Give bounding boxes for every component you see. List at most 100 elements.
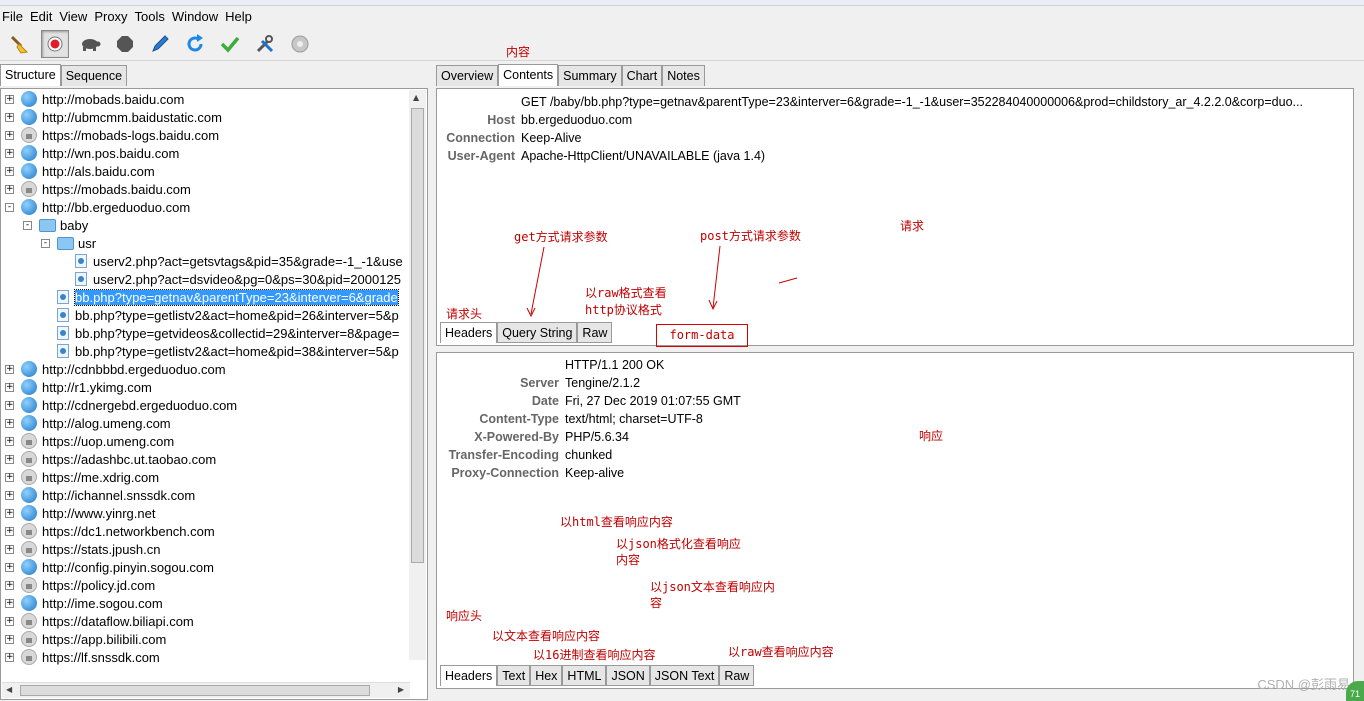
expand-icon[interactable]: + bbox=[5, 184, 14, 194]
menu-window[interactable]: Window bbox=[172, 9, 223, 24]
tree-row[interactable]: + https://dataflow.biliapi.com bbox=[5, 612, 194, 630]
resp-tab-json-text[interactable]: JSON Text bbox=[649, 665, 720, 686]
tree-row-label: http://wn.pos.baidu.com bbox=[42, 145, 180, 161]
expand-icon[interactable]: + bbox=[5, 616, 14, 626]
tree-row[interactable]: + https://me.xdrig.com bbox=[5, 468, 159, 486]
scroll-right-icon[interactable]: ▶ bbox=[398, 685, 404, 694]
menu-proxy[interactable]: Proxy bbox=[94, 9, 132, 24]
turtle-icon[interactable] bbox=[76, 30, 104, 58]
expand-icon[interactable]: + bbox=[5, 562, 14, 572]
tab-notes[interactable]: Notes bbox=[662, 65, 705, 86]
tab-structure[interactable]: Structure bbox=[0, 64, 61, 86]
req-tab-query-string[interactable]: Query String bbox=[497, 322, 578, 343]
tree-row[interactable]: + http://wn.pos.baidu.com bbox=[5, 144, 179, 162]
expand-icon[interactable]: + bbox=[5, 400, 14, 410]
tree-row[interactable]: + http://als.baidu.com bbox=[5, 162, 155, 180]
tree-row[interactable]: + https://dc1.networkbench.com bbox=[5, 522, 215, 540]
menu-file[interactable]: File bbox=[2, 9, 28, 24]
resp-tab-text[interactable]: Text bbox=[497, 665, 531, 686]
menu-edit[interactable]: Edit bbox=[30, 9, 57, 24]
tree-row[interactable]: + http://mobads.baidu.com bbox=[5, 90, 184, 108]
menu-view[interactable]: View bbox=[59, 9, 92, 24]
resp-tab-html[interactable]: HTML bbox=[562, 665, 607, 686]
expand-icon[interactable]: + bbox=[5, 418, 14, 428]
tree-scroll-thumb[interactable] bbox=[411, 108, 424, 563]
collapse-icon[interactable]: - bbox=[41, 238, 50, 248]
resp-tab-hex[interactable]: Hex bbox=[530, 665, 563, 686]
stop-icon[interactable] bbox=[111, 30, 139, 58]
tree-row[interactable]: + https://app.bilibili.com bbox=[5, 630, 166, 648]
collapse-icon[interactable]: - bbox=[23, 220, 32, 230]
resp-tab-json[interactable]: JSON bbox=[606, 665, 650, 686]
resp-tab-raw[interactable]: Raw bbox=[719, 665, 755, 686]
folder-icon bbox=[57, 236, 74, 250]
expand-icon[interactable]: + bbox=[5, 94, 14, 104]
tree-row[interactable]: bb.php?type=getlistv2&act=home&pid=38&in… bbox=[41, 342, 399, 360]
expand-icon[interactable]: + bbox=[5, 490, 14, 500]
expand-icon[interactable]: + bbox=[5, 148, 14, 158]
tree-horizontal-scrollbar[interactable]: ◀ ▶ bbox=[2, 682, 410, 698]
pen-icon[interactable] bbox=[146, 30, 174, 58]
tools-icon[interactable] bbox=[251, 30, 279, 58]
tree-row[interactable]: + http://r1.ykimg.com bbox=[5, 378, 152, 396]
expand-icon[interactable]: + bbox=[5, 130, 14, 140]
req-tab-headers[interactable]: Headers bbox=[440, 322, 498, 343]
expand-icon[interactable]: + bbox=[5, 364, 14, 374]
expand-icon[interactable]: + bbox=[5, 112, 14, 122]
scroll-left-icon[interactable]: ◀ bbox=[6, 685, 12, 694]
check-icon[interactable] bbox=[216, 30, 244, 58]
tree-row[interactable]: bb.php?type=getlistv2&act=home&pid=26&in… bbox=[41, 306, 399, 324]
broom-icon[interactable] bbox=[6, 30, 34, 58]
tab-sequence[interactable]: Sequence bbox=[60, 65, 128, 86]
tree-row[interactable]: bb.php?type=getnav&parentType=23&interve… bbox=[41, 288, 399, 306]
expand-icon[interactable]: + bbox=[5, 526, 14, 536]
tree-row[interactable]: + http://cdnergebd.ergeduoduo.com bbox=[5, 396, 237, 414]
tree-vertical-scrollbar[interactable]: ▲ bbox=[409, 90, 426, 660]
tree-row[interactable]: + https://stats.jpush.cn bbox=[5, 540, 161, 558]
scroll-up-icon[interactable]: ▲ bbox=[413, 93, 419, 102]
tree-row[interactable]: + https://mobads.baidu.com bbox=[5, 180, 191, 198]
expand-icon[interactable]: + bbox=[5, 166, 14, 176]
expand-icon[interactable]: + bbox=[5, 652, 14, 662]
tree-row[interactable]: + http://www.yinrg.net bbox=[5, 504, 155, 522]
tab-overview[interactable]: Overview bbox=[436, 65, 499, 86]
tree-row[interactable]: - baby bbox=[23, 216, 88, 234]
expand-icon[interactable]: + bbox=[5, 454, 14, 464]
tree-row[interactable]: + https://uop.umeng.com bbox=[5, 432, 174, 450]
tree-hscroll-thumb[interactable] bbox=[20, 685, 370, 696]
menu-tools[interactable]: Tools bbox=[135, 9, 170, 24]
tree-row[interactable]: + http://ichannel.snssdk.com bbox=[5, 486, 195, 504]
collapse-icon[interactable]: - bbox=[5, 202, 14, 212]
tree-row[interactable]: + https://lf.snssdk.com bbox=[5, 648, 160, 666]
expand-icon[interactable]: + bbox=[5, 508, 14, 518]
settings-icon[interactable] bbox=[286, 30, 314, 58]
tree-row[interactable]: userv2.php?act=dsvideo&pg=0&ps=30&pid=20… bbox=[75, 270, 401, 288]
expand-icon[interactable]: + bbox=[5, 382, 14, 392]
resp-tab-headers[interactable]: Headers bbox=[440, 665, 498, 686]
tree-row[interactable]: + http://ubmcmm.baidustatic.com bbox=[5, 108, 222, 126]
tree-row[interactable]: + http://cdnbbbd.ergeduoduo.com bbox=[5, 360, 226, 378]
tree-row[interactable]: + http://alog.umeng.com bbox=[5, 414, 171, 432]
expand-icon[interactable]: + bbox=[5, 472, 14, 482]
expand-icon[interactable]: + bbox=[5, 580, 14, 590]
tab-chart[interactable]: Chart bbox=[621, 65, 663, 86]
tree-row[interactable]: + https://policy.jd.com bbox=[5, 576, 155, 594]
tab-summary[interactable]: Summary bbox=[558, 65, 622, 86]
refresh-icon[interactable] bbox=[181, 30, 209, 58]
tree-row[interactable]: userv2.php?act=getsvtags&pid=35&grade=-1… bbox=[75, 252, 403, 270]
tree-row[interactable]: + http://ime.sogou.com bbox=[5, 594, 163, 612]
menu-help[interactable]: Help bbox=[225, 9, 257, 24]
tree-row[interactable]: bb.php?type=getvideos&collectid=29&inter… bbox=[41, 324, 400, 342]
tree-row[interactable]: + http://config.pinyin.sogou.com bbox=[5, 558, 214, 576]
tree-row[interactable]: - http://bb.ergeduoduo.com bbox=[5, 198, 190, 216]
expand-icon[interactable]: + bbox=[5, 544, 14, 554]
tree-row[interactable]: - usr bbox=[41, 234, 96, 252]
tree-row[interactable]: + https://mobads-logs.baidu.com bbox=[5, 126, 219, 144]
expand-icon[interactable]: + bbox=[5, 634, 14, 644]
tree-row[interactable]: + https://adashbc.ut.taobao.com bbox=[5, 450, 216, 468]
expand-icon[interactable]: + bbox=[5, 436, 14, 446]
req-tab-raw[interactable]: Raw bbox=[577, 322, 613, 343]
record-icon[interactable] bbox=[41, 29, 69, 58]
expand-icon[interactable]: + bbox=[5, 598, 14, 608]
tab-contents[interactable]: Contents bbox=[498, 64, 559, 86]
